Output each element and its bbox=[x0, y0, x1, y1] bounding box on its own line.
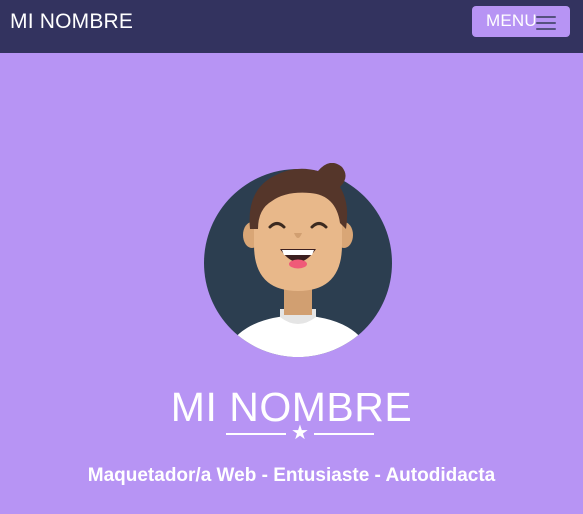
avatar bbox=[204, 163, 392, 357]
hero-section: MI NOMBRE ★ Maquetador/a Web - Entusiast… bbox=[0, 53, 583, 514]
menu-button-label: MENU bbox=[486, 11, 537, 30]
star-icon: ★ bbox=[291, 420, 309, 444]
divider-line-right bbox=[314, 433, 374, 435]
hero-subtitle: Maquetador/a Web - Entusiaste - Autodida… bbox=[87, 465, 496, 486]
hamburger-icon bbox=[536, 14, 556, 30]
brand-link[interactable]: MI NOMBRE bbox=[10, 10, 133, 34]
menu-button[interactable]: MENU bbox=[472, 6, 570, 37]
title-divider: ★ bbox=[226, 420, 374, 444]
divider-line-left bbox=[226, 433, 286, 435]
navbar: MI NOMBRE MENU bbox=[0, 0, 583, 53]
